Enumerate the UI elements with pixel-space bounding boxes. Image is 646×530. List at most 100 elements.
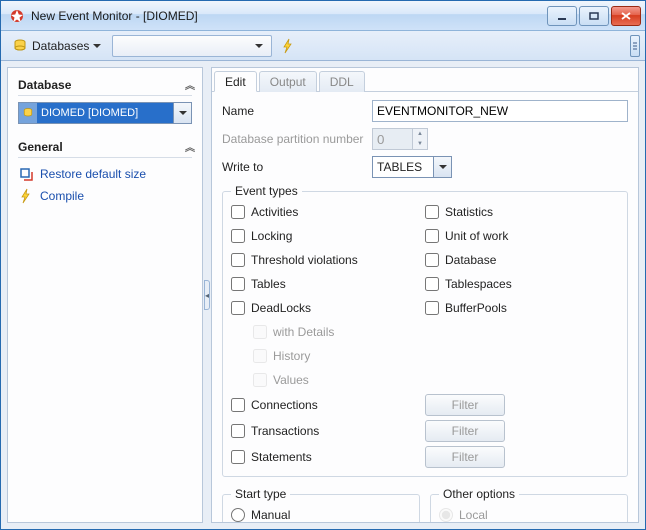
databases-label: Databases [32, 39, 89, 53]
name-input[interactable] [372, 100, 628, 122]
toolbar-combo[interactable] [112, 35, 272, 57]
check-bufferpools[interactable]: BufferPools [425, 298, 619, 318]
edit-form: Name Database partition number ▲ ▼ Write… [212, 92, 638, 522]
check-transactions[interactable]: Transactions [231, 421, 421, 441]
databases-dropdown[interactable]: Databases [5, 35, 108, 57]
window: New Event Monitor - [DIOMED] Databa [0, 0, 646, 530]
connections-filter-button[interactable]: Filter [425, 394, 505, 416]
minimize-button[interactable] [547, 6, 577, 26]
chevron-down-icon [433, 157, 451, 177]
event-types-grid: Activities Statistics Locking Unit [231, 202, 619, 468]
check-threshold-violations[interactable]: Threshold violations [231, 250, 421, 270]
threshold-violations-checkbox[interactable] [231, 253, 245, 267]
history-label: History [273, 349, 310, 363]
spinner-arrows: ▲ ▼ [412, 128, 428, 150]
toolbar-expander[interactable] [630, 35, 640, 57]
writeto-row: Write to TABLES [222, 156, 628, 178]
connections-label: Connections [251, 398, 318, 412]
tab-edit[interactable]: Edit [214, 71, 257, 92]
check-unit-of-work[interactable]: Unit of work [425, 226, 619, 246]
check-deadlocks[interactable]: DeadLocks [231, 298, 421, 318]
check-tables[interactable]: Tables [231, 274, 421, 294]
statistics-checkbox[interactable] [425, 205, 439, 219]
chevron-down-icon [173, 103, 191, 123]
collapse-icon: ︽ [185, 139, 192, 154]
lightning-icon [280, 38, 296, 54]
other-options-legend: Other options [439, 487, 519, 501]
window-buttons [547, 6, 641, 26]
tab-output[interactable]: Output [259, 71, 317, 92]
statements-checkbox[interactable] [231, 450, 245, 464]
sidebar-general-title: General [18, 140, 63, 154]
sidebar-general-header[interactable]: General ︽ [18, 136, 192, 158]
chevron-down-icon [93, 44, 101, 48]
manual-label: Manual [251, 508, 290, 522]
database-checkbox[interactable] [425, 253, 439, 267]
app-icon [9, 8, 25, 24]
values-label: Values [273, 373, 309, 387]
partition-spinner: ▲ ▼ [372, 128, 428, 150]
activities-checkbox[interactable] [231, 205, 245, 219]
sidebar-database-header[interactable]: Database ︽ [18, 74, 192, 96]
database-icon [12, 38, 28, 54]
restore-default-size-label: Restore default size [40, 167, 146, 181]
unit-of-work-checkbox[interactable] [425, 229, 439, 243]
transactions-checkbox[interactable] [231, 424, 245, 438]
with-details-checkbox [253, 325, 267, 339]
values-checkbox [253, 373, 267, 387]
other-options-group: Other options Local Global [430, 487, 628, 522]
tables-checkbox[interactable] [231, 277, 245, 291]
partition-label: Database partition number [222, 132, 372, 146]
main-panel: Edit Output DDL Name Database partition … [211, 67, 639, 523]
writeto-combo[interactable]: TABLES [372, 156, 452, 178]
toolbar: Databases [1, 31, 645, 61]
spinner-up-icon: ▲ [413, 129, 427, 139]
check-connections[interactable]: Connections [231, 395, 421, 415]
tables-label: Tables [251, 277, 286, 291]
body: Database ︽ DIOMED [DIOMED] General ︽ [1, 61, 645, 529]
transactions-filter-button[interactable]: Filter [425, 420, 505, 442]
radio-manual-row[interactable]: Manual [231, 505, 411, 522]
check-statements[interactable]: Statements [231, 447, 421, 467]
name-label: Name [222, 104, 372, 118]
database-label: Database [445, 253, 496, 267]
close-button[interactable] [611, 6, 641, 26]
restore-size-icon [18, 166, 34, 182]
database-selector[interactable]: DIOMED [DIOMED] [18, 102, 192, 124]
check-statistics[interactable]: Statistics [425, 202, 619, 222]
statements-filter-button[interactable]: Filter [425, 446, 505, 468]
with-details-label: with Details [273, 325, 334, 339]
window-title: New Event Monitor - [DIOMED] [31, 9, 547, 23]
locking-label: Locking [251, 229, 292, 243]
tab-ddl[interactable]: DDL [319, 71, 365, 92]
check-locking[interactable]: Locking [231, 226, 421, 246]
writeto-label: Write to [222, 160, 372, 174]
start-type-group: Start type Manual Autostart [222, 487, 420, 522]
manual-radio[interactable] [231, 508, 245, 522]
connections-checkbox[interactable] [231, 398, 245, 412]
restore-default-size-link[interactable]: Restore default size [18, 164, 192, 184]
check-tablespaces[interactable]: Tablespaces [425, 274, 619, 294]
event-types-legend: Event types [231, 184, 302, 198]
history-checkbox [253, 349, 267, 363]
locking-checkbox[interactable] [231, 229, 245, 243]
splitter-grip-icon: ◂ [204, 280, 210, 310]
collapse-icon: ︽ [185, 77, 192, 92]
partition-input [372, 128, 412, 150]
splitter[interactable]: ◂ [203, 67, 211, 523]
transactions-label: Transactions [251, 424, 319, 438]
titlebar: New Event Monitor - [DIOMED] [1, 1, 645, 31]
activities-label: Activities [251, 205, 298, 219]
event-types-group: Event types Activities Statistics L [222, 184, 628, 477]
spinner-down-icon: ▼ [413, 139, 427, 149]
statements-label: Statements [251, 450, 312, 464]
bufferpools-checkbox[interactable] [425, 301, 439, 315]
check-activities[interactable]: Activities [231, 202, 421, 222]
check-history: History [231, 346, 421, 366]
deadlocks-checkbox[interactable] [231, 301, 245, 315]
tablespaces-checkbox[interactable] [425, 277, 439, 291]
compile-link[interactable]: Compile [18, 186, 192, 206]
maximize-button[interactable] [579, 6, 609, 26]
check-database[interactable]: Database [425, 250, 619, 270]
compile-button[interactable] [276, 35, 300, 57]
